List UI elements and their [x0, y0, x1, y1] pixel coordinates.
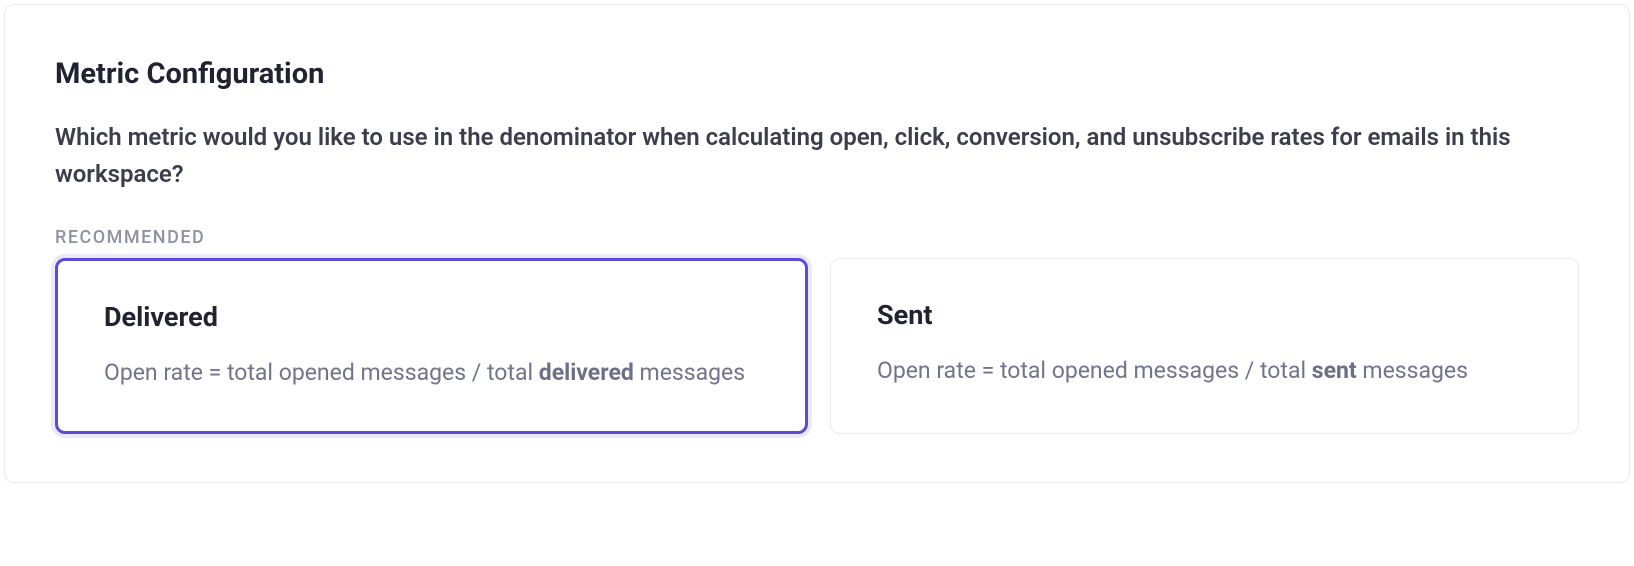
option-desc-bold: sent	[1312, 357, 1357, 384]
option-desc-prefix: Open rate = total opened messages / tota…	[877, 357, 1312, 384]
panel-question: Which metric would you like to use in th…	[55, 119, 1579, 193]
option-desc-suffix: messages	[1357, 357, 1468, 384]
option-title: Delivered	[104, 301, 759, 333]
panel-title: Metric Configuration	[55, 57, 1579, 91]
option-title: Sent	[877, 299, 1532, 331]
option-card-delivered[interactable]: Delivered Open rate = total opened messa…	[55, 258, 808, 434]
options-row: Delivered Open rate = total opened messa…	[55, 258, 1579, 434]
option-card-sent[interactable]: Sent Open rate = total opened messages /…	[830, 258, 1579, 434]
option-description: Open rate = total opened messages / tota…	[877, 353, 1532, 389]
option-description: Open rate = total opened messages / tota…	[104, 355, 759, 391]
option-desc-bold: delivered	[539, 359, 634, 386]
option-desc-prefix: Open rate = total opened messages / tota…	[104, 359, 539, 386]
metric-configuration-panel: Metric Configuration Which metric would …	[4, 4, 1630, 483]
recommended-label: RECOMMENDED	[55, 227, 1579, 248]
option-desc-suffix: messages	[634, 359, 745, 386]
